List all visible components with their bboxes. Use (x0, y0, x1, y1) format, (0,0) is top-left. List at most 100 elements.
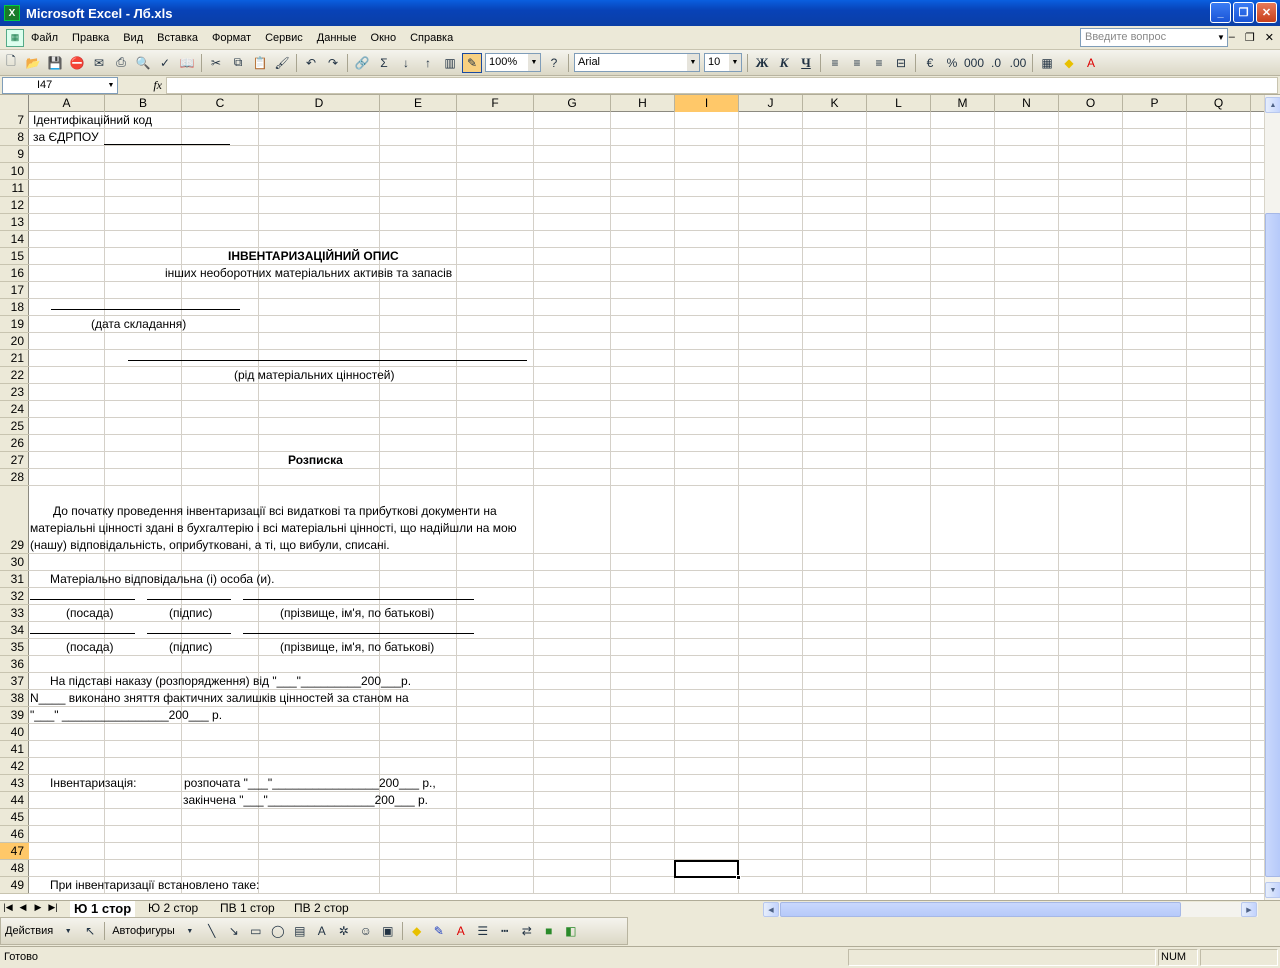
row-header-48[interactable]: 48 (0, 860, 29, 877)
tab-sheet-3[interactable]: ПВ 1 стор (216, 901, 279, 917)
row-header-19[interactable]: 19 (0, 316, 29, 333)
position-caption-1[interactable]: (посада) (66, 605, 114, 621)
print-icon[interactable]: ⎙ (111, 53, 131, 73)
menu-file[interactable]: Файл (24, 32, 65, 44)
position-caption-2[interactable]: (посада) (66, 639, 114, 655)
row-header-7[interactable]: 7 (0, 112, 29, 129)
row-header-49[interactable]: 49 (0, 877, 29, 894)
signature-caption-2[interactable]: (підпис) (169, 639, 212, 655)
minimize-button[interactable]: _ (1210, 2, 1231, 23)
row-header-36[interactable]: 36 (0, 656, 29, 673)
order-line[interactable]: На підставі наказу (розпорядження) від "… (50, 673, 411, 689)
menu-edit[interactable]: Правка (65, 32, 116, 44)
cell-a8[interactable]: за ЄДРПОУ (33, 129, 99, 145)
para-line-1[interactable]: До початку проведення інвентаризації всі… (53, 503, 497, 519)
font-size-select[interactable]: 10 ▼ (704, 53, 742, 72)
order-n-line[interactable]: N____ виконано зняття фактичних залишків… (30, 690, 409, 706)
column-header-h[interactable]: H (611, 95, 675, 112)
menu-tools[interactable]: Сервис (258, 32, 310, 44)
permission-icon[interactable]: ⛔ (67, 53, 87, 73)
merge-center-icon[interactable]: ⊟ (891, 53, 911, 73)
chevron-down-icon[interactable]: ▼ (58, 921, 78, 941)
borders-icon[interactable]: ▦ (1037, 53, 1057, 73)
row-header-8[interactable]: 8 (0, 129, 29, 146)
arrow-style-icon[interactable]: ⇄ (517, 921, 537, 941)
cut-icon[interactable]: ✂ (206, 53, 226, 73)
row-header-43[interactable]: 43 (0, 775, 29, 792)
chevron-down-icon[interactable]: ▼ (687, 54, 699, 71)
sort-ascending-icon[interactable]: ↓ (396, 53, 416, 73)
column-header-o[interactable]: O (1059, 95, 1123, 112)
column-header-a[interactable]: A (29, 95, 105, 112)
inventory-finished[interactable]: закінчена "___"________________200___ р. (183, 792, 428, 808)
undo-icon[interactable]: ↶ (301, 53, 321, 73)
chevron-down-icon[interactable]: ▼ (105, 78, 117, 93)
row-header-13[interactable]: 13 (0, 214, 29, 231)
arrow-icon[interactable]: ↘ (224, 921, 244, 941)
row-header-25[interactable]: 25 (0, 418, 29, 435)
increase-decimal-icon[interactable]: .0 (986, 53, 1006, 73)
chevron-down-icon[interactable]: ▼ (1215, 29, 1227, 46)
row-header-9[interactable]: 9 (0, 146, 29, 163)
underline-button[interactable]: Ч (796, 53, 816, 73)
receipt-heading[interactable]: Розписка (288, 452, 343, 468)
column-header-b[interactable]: B (105, 95, 182, 112)
column-header-q[interactable]: Q (1187, 95, 1251, 112)
email-icon[interactable]: ✉ (89, 53, 109, 73)
row-header-37[interactable]: 37 (0, 673, 29, 690)
fill-color-icon[interactable]: ◆ (1059, 53, 1079, 73)
row-header-42[interactable]: 42 (0, 758, 29, 775)
row-header-23[interactable]: 23 (0, 384, 29, 401)
copy-icon[interactable]: ⧉ (228, 53, 248, 73)
select-objects-icon[interactable]: ↖ (80, 921, 100, 941)
fill-color-icon[interactable]: ◆ (407, 921, 427, 941)
row-header-47[interactable]: 47 (0, 843, 29, 860)
research-icon[interactable]: 📖 (177, 53, 197, 73)
oval-icon[interactable]: ◯ (268, 921, 288, 941)
autosum-icon[interactable]: Σ (374, 53, 394, 73)
drawing-icon[interactable]: ✎ (462, 52, 482, 73)
row-header-45[interactable]: 45 (0, 809, 29, 826)
column-header-g[interactable]: G (534, 95, 611, 112)
scroll-right-icon[interactable]: ▶ (1241, 902, 1257, 917)
decrease-decimal-icon[interactable]: .00 (1008, 53, 1028, 73)
para-line-2[interactable]: матеріальні цінності здані в бухгалтерію… (30, 520, 517, 536)
italic-button[interactable]: К (774, 53, 794, 73)
menu-help[interactable]: Справка (403, 32, 460, 44)
row-header-33[interactable]: 33 (0, 605, 29, 622)
row-header-20[interactable]: 20 (0, 333, 29, 350)
row-header-27[interactable]: 27 (0, 452, 29, 469)
row-header-34[interactable]: 34 (0, 622, 29, 639)
column-header-l[interactable]: L (867, 95, 931, 112)
row-header-38[interactable]: 38 (0, 690, 29, 707)
save-icon[interactable]: 💾 (45, 53, 65, 73)
align-left-icon[interactable]: ≡ (825, 53, 845, 73)
excel-app-icon[interactable]: X (4, 5, 20, 21)
wordart-icon[interactable]: A (312, 921, 332, 941)
cells-area[interactable]: Ідентифікаційний код за ЄДРПОУ ІНВЕНТАРИ… (29, 112, 1264, 894)
row-header-41[interactable]: 41 (0, 741, 29, 758)
print-preview-icon[interactable]: 🔍 (133, 53, 153, 73)
row-header-16[interactable]: 16 (0, 265, 29, 282)
row-header-40[interactable]: 40 (0, 724, 29, 741)
last-sheet-icon[interactable]: ▶| (47, 902, 59, 913)
tab-sheet-4[interactable]: ПВ 2 стор (290, 901, 353, 917)
line-icon[interactable]: ╲ (202, 921, 222, 941)
actions-menu[interactable]: Действия (1, 925, 57, 937)
horizontal-scroll-thumb[interactable] (780, 902, 1181, 917)
row-header-46[interactable]: 46 (0, 826, 29, 843)
close-button[interactable]: ✕ (1256, 2, 1277, 23)
rectangle-icon[interactable]: ▭ (246, 921, 266, 941)
column-header-j[interactable]: J (739, 95, 803, 112)
worksheet-grid[interactable]: ABCDEFGHIJKLMNOPQ 7 8 9 10 11 12 13 14 15 16 17 18 1… (0, 95, 1264, 900)
row-header-44[interactable]: 44 (0, 792, 29, 809)
row-header-12[interactable]: 12 (0, 197, 29, 214)
column-header-m[interactable]: M (931, 95, 995, 112)
row-header-26[interactable]: 26 (0, 435, 29, 452)
column-header-e[interactable]: E (380, 95, 457, 112)
kind-caption[interactable]: (рід матеріальних цінностей) (234, 367, 395, 383)
row-header-22[interactable]: 22 (0, 367, 29, 384)
3d-icon[interactable]: ◧ (561, 921, 581, 941)
chevron-down-icon[interactable]: ▼ (180, 921, 200, 941)
picture-icon[interactable]: ▣ (378, 921, 398, 941)
